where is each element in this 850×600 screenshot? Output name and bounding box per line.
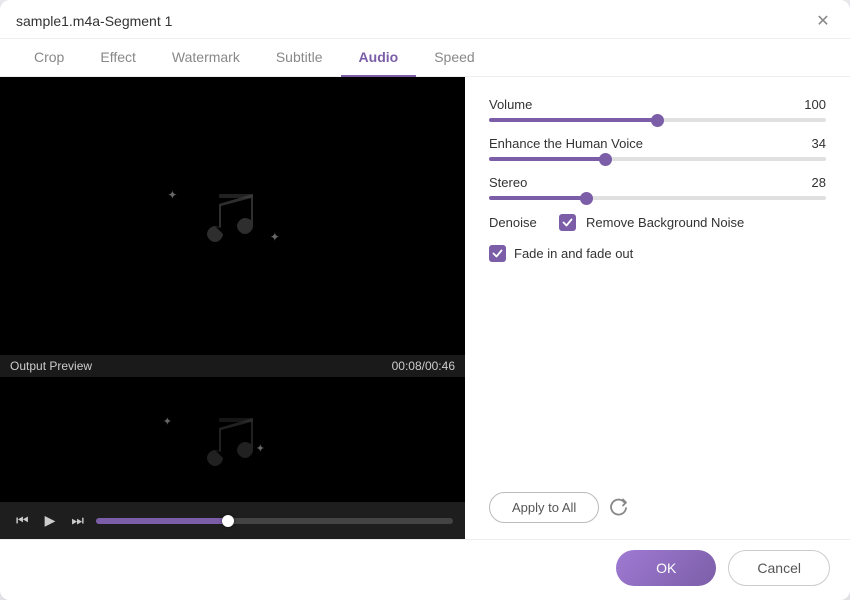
tab-audio[interactable]: Audio xyxy=(341,39,417,77)
title-bar: sample1.m4a-Segment 1 ✕ xyxy=(0,0,850,39)
dialog: sample1.m4a-Segment 1 ✕ Crop Effect Wate… xyxy=(0,0,850,600)
transport-bar: ⏮ ▶ ⏭ xyxy=(0,502,465,539)
reset-button[interactable] xyxy=(609,498,629,518)
sparkle-icon-br: ✦ xyxy=(270,230,280,244)
dialog-title: sample1.m4a-Segment 1 xyxy=(16,13,172,29)
left-panel: ✦ ✦ Output Preview 00:08/00:46 ✦ ✦ xyxy=(0,77,465,539)
sparkle-icon-tl: ✦ xyxy=(167,188,177,202)
stereo-value: 28 xyxy=(796,175,826,190)
sparkle-icon-bl: ✦ xyxy=(163,415,172,428)
preview-top: ✦ ✦ xyxy=(0,77,465,355)
volume-label: Volume xyxy=(489,97,532,112)
tab-speed[interactable]: Speed xyxy=(416,39,492,77)
play-button[interactable]: ▶ xyxy=(41,510,60,531)
reset-icon xyxy=(609,498,629,518)
sparkle-icon-br2: ✦ xyxy=(256,442,265,455)
volume-value: 100 xyxy=(796,97,826,112)
stereo-label: Stereo xyxy=(489,175,527,190)
footer: OK Cancel xyxy=(0,539,850,600)
playback-progress[interactable] xyxy=(96,518,453,524)
volume-label-row: Volume 100 xyxy=(489,97,826,112)
enhance-slider[interactable] xyxy=(489,157,826,161)
enhance-label-row: Enhance the Human Voice 34 xyxy=(489,136,826,151)
stereo-slider[interactable] xyxy=(489,196,826,200)
denoise-row: Denoise Remove Background Noise xyxy=(489,214,826,231)
bottom-actions: Apply to All xyxy=(489,484,826,523)
tab-crop[interactable]: Crop xyxy=(16,39,82,77)
enhance-label: Enhance the Human Voice xyxy=(489,136,643,151)
stereo-control: Stereo 28 xyxy=(489,175,826,200)
close-button[interactable]: ✕ xyxy=(812,10,834,32)
remove-bg-label: Remove Background Noise xyxy=(586,215,744,230)
prev-frame-button[interactable]: ⏮ xyxy=(12,510,33,531)
progress-thumb[interactable] xyxy=(222,515,234,527)
volume-control: Volume 100 xyxy=(489,97,826,122)
music-icon-top xyxy=(193,176,273,256)
progress-fill xyxy=(96,518,228,524)
tab-watermark[interactable]: Watermark xyxy=(154,39,258,77)
timestamp: 00:08/00:46 xyxy=(392,359,455,373)
fade-checkbox[interactable] xyxy=(489,245,506,262)
preview-bar: Output Preview 00:08/00:46 xyxy=(0,355,465,377)
stereo-label-row: Stereo 28 xyxy=(489,175,826,190)
fade-label: Fade in and fade out xyxy=(514,246,633,261)
output-preview-label: Output Preview xyxy=(10,359,92,373)
cancel-button[interactable]: Cancel xyxy=(728,550,830,586)
music-icon-bottom xyxy=(193,400,273,480)
fade-checkmark-icon xyxy=(492,248,503,259)
fade-row: Fade in and fade out xyxy=(489,245,826,262)
volume-slider[interactable] xyxy=(489,118,826,122)
right-panel: Volume 100 Enhance the Human Voice 34 St… xyxy=(465,77,850,539)
checkmark-icon xyxy=(562,217,573,228)
enhance-control: Enhance the Human Voice 34 xyxy=(489,136,826,161)
tab-subtitle[interactable]: Subtitle xyxy=(258,39,341,77)
enhance-value: 34 xyxy=(796,136,826,151)
apply-all-button[interactable]: Apply to All xyxy=(489,492,599,523)
preview-bottom: ✦ ✦ xyxy=(0,377,465,502)
denoise-label: Denoise xyxy=(489,215,549,230)
next-frame-button[interactable]: ⏭ xyxy=(67,510,88,531)
tabs-bar: Crop Effect Watermark Subtitle Audio Spe… xyxy=(0,39,850,77)
remove-bg-checkbox[interactable] xyxy=(559,214,576,231)
main-content: ✦ ✦ Output Preview 00:08/00:46 ✦ ✦ xyxy=(0,77,850,539)
ok-button[interactable]: OK xyxy=(616,550,716,586)
tab-effect[interactable]: Effect xyxy=(82,39,154,77)
